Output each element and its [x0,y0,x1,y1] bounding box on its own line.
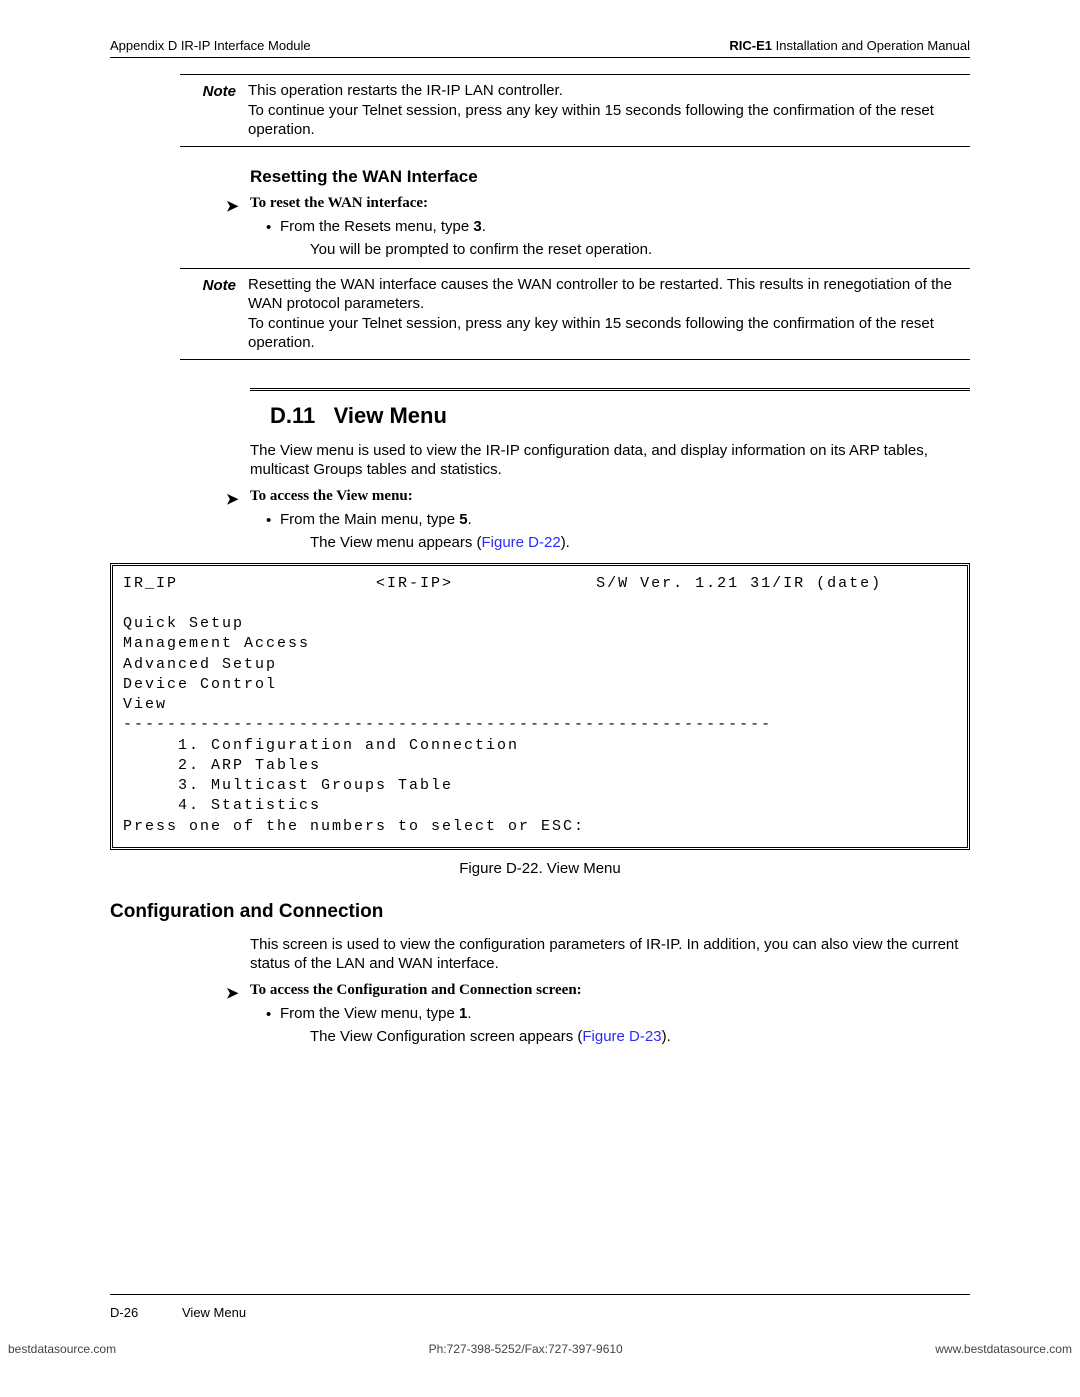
note-label: Note [180,81,248,140]
header-left: Appendix D IR-IP Interface Module [110,38,311,53]
bullet-icon: • [266,512,271,529]
note-text: Resetting the WAN interface causes the W… [248,275,970,353]
cc-intro-paragraph: This screen is used to view the configur… [250,935,970,974]
view-menu-terminal: IR_IP <IR-IP> S/W Ver. 1.21 31/IR (date)… [110,563,970,850]
figure-link-d23[interactable]: Figure D-23 [582,1028,661,1045]
page-footer: D-26 View Menu [110,1294,970,1320]
note-block-1: Note This operation restarts the IR-IP L… [180,74,970,147]
note-label: Note [180,275,248,353]
procedure-heading-reset: ➤ To reset the WAN interface: [250,195,970,212]
section-heading-view-menu: D.11 View Menu [270,403,970,429]
note-text: This operation restarts the IR-IP LAN co… [248,81,970,140]
indent-reset: You will be prompted to confirm the rese… [310,241,970,258]
heading-config-connection: Configuration and Connection [110,901,970,923]
view-intro-paragraph: The View menu is used to view the IR-IP … [250,441,970,480]
procedure-heading-cc: ➤ To access the Configuration and Connec… [250,982,970,999]
page-header: Appendix D IR-IP Interface Module RIC-E1… [110,38,970,58]
figure-link-d22[interactable]: Figure D-22 [481,534,560,551]
bullet-icon: • [266,1006,271,1023]
site-right: www.bestdatasource.com [935,1342,1072,1356]
bullet-cc: • From the View menu, type 1. [280,1005,970,1022]
section-divider [250,388,970,391]
page-number: D-26 [110,1305,182,1320]
arrow-icon: ➤ [226,490,239,509]
footer-title: View Menu [182,1305,246,1320]
header-right: RIC-E1 Installation and Operation Manual [729,38,970,53]
site-left: bestdatasource.com [8,1342,116,1356]
site-mid: Ph:727-398-5252/Fax:727-397-9610 [429,1342,623,1356]
bullet-reset: • From the Resets menu, type 3. [280,218,970,235]
arrow-icon: ➤ [226,197,239,216]
bullet-icon: • [266,219,271,236]
bullet-view: • From the Main menu, type 5. [280,511,970,528]
figure-caption-d22: Figure D-22. View Menu [110,860,970,877]
indent-view: The View menu appears (Figure D-22). [310,534,970,551]
indent-cc: The View Configuration screen appears (F… [310,1028,970,1045]
site-footer: bestdatasource.com Ph:727-398-5252/Fax:7… [0,1342,1080,1356]
note-block-2: Note Resetting the WAN interface causes … [180,268,970,360]
arrow-icon: ➤ [226,984,239,1003]
heading-reset-wan: Resetting the WAN Interface [250,167,970,187]
procedure-heading-view: ➤ To access the View menu: [250,488,970,505]
